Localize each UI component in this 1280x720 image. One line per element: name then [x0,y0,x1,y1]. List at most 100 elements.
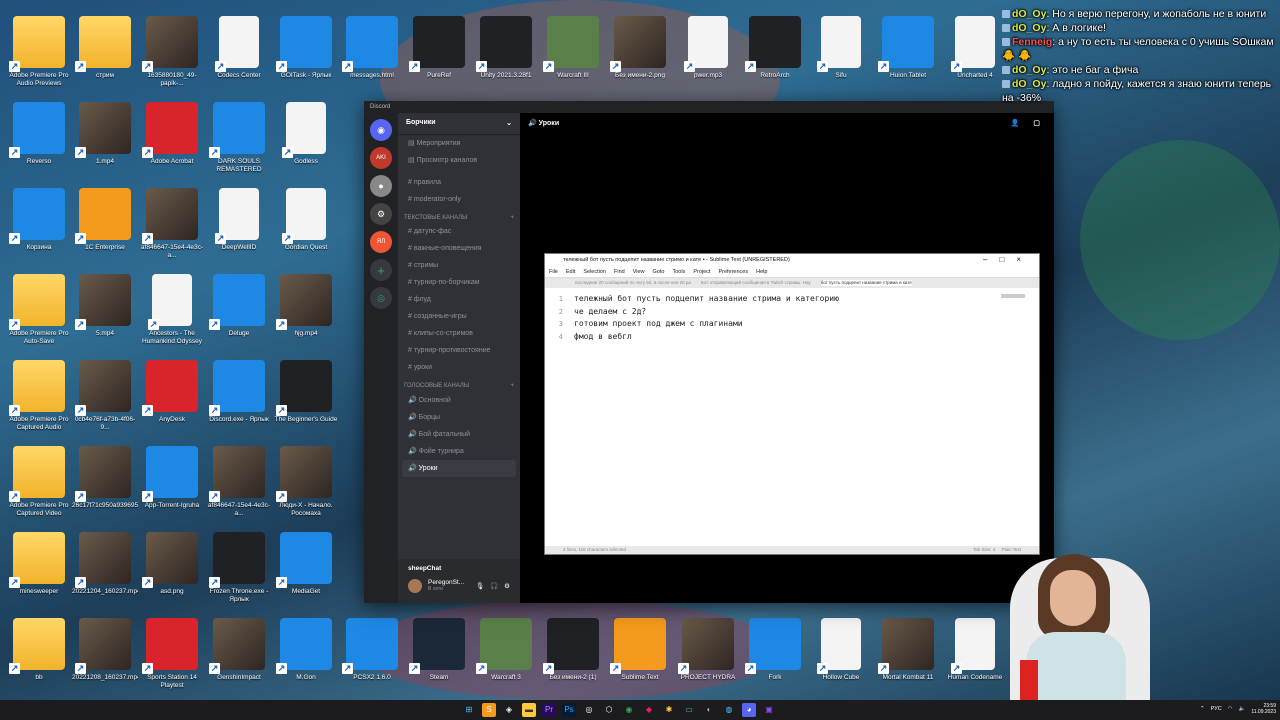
desktop-icon[interactable]: ↗ Warcraft 3 [473,612,539,696]
menu-item[interactable]: File [549,269,558,275]
sublime-icon[interactable]: S [482,703,496,717]
desktop-icon[interactable]: ↗ Reverso [6,96,72,180]
channel-item[interactable]: # турнир-противостояние [398,343,520,360]
desktop-icon[interactable]: ↗ Mortal Kombat 11 [875,612,941,696]
desktop-icon[interactable]: ↗ Adobe Premiere Pro Auto-Save [6,268,72,352]
voice-channel-item[interactable]: 🔊 Основной [398,392,520,409]
desktop-icon[interactable]: ↗ MediaGet [273,526,339,610]
voice-channel-item[interactable]: 🔊 Борцы [398,409,520,426]
desktop-icon[interactable]: ↗ 20221204_160237.mp4 [72,526,138,610]
gear-icon[interactable]: ⚙ [504,582,510,590]
channel-item[interactable]: # правила [398,175,520,192]
ubisoft-icon[interactable]: ◎ [582,703,596,717]
desktop-icon[interactable]: ↗ Gordian Quest [273,182,339,266]
desktop-icon[interactable]: ↗ Godless [273,96,339,180]
app-icon[interactable]: ⬡ [602,703,616,717]
menu-item[interactable]: Selection [583,269,606,275]
desktop-icon[interactable]: ↗ Adobe Premiere Pro Captured Audio [6,354,72,438]
desktop-icon[interactable]: ↗ Adobe Premiere Pro Captured Video [6,440,72,524]
menu-item[interactable]: Find [614,269,625,275]
sidebar-item[interactable]: ▤ Просмотр каналов [398,152,520,169]
chevron-up-icon[interactable]: ⌃ [1200,706,1205,712]
steam-icon[interactable]: ◐ [702,703,716,717]
headphones-icon[interactable]: 🎧 [490,582,498,590]
channel-item[interactable]: # датупс-фас [398,224,520,241]
start-icon[interactable]: ⊞ [462,703,476,717]
desktop-icon[interactable]: ↗ 1C Enterprise [72,182,138,266]
app-icon[interactable]: ✱ [662,703,676,717]
category-voice-channels[interactable]: ГОЛОСОВЫЕ КАНАЛЫ + [398,377,520,392]
menu-item[interactable]: Preferences [718,269,748,275]
twitch-icon[interactable]: ▣ [762,703,776,717]
premiere-icon[interactable]: Pr [542,703,556,717]
app-icon[interactable]: ◆ [642,703,656,717]
category-text-channels[interactable]: ТЕКСТОВЫЕ КАНАЛЫ + [398,209,520,224]
desktop-icon[interactable]: ↗ Deluge [206,268,272,352]
plus-icon[interactable]: + [510,383,514,389]
editor-tab[interactable]: Бот отправляющий сообщения в Twitch стри… [701,280,811,286]
sheep-chat-label[interactable]: sheepChat [398,559,520,577]
channel-item[interactable]: # флуд [398,292,520,309]
desktop-icon[interactable]: ↗ 0cb4e76f-a73b-4f06-9... [72,354,138,438]
desktop-icon[interactable]: ↗ hjg.mp4 [273,268,339,352]
add-server-icon[interactable]: + [370,259,392,281]
desktop-icon[interactable]: ↗ af846647-15e4-4e3c-a... [206,440,272,524]
editor-tab[interactable]: бот пусть подцепит название стрима и кат… [820,280,912,286]
sublime-titlebar[interactable]: тележный бот пусть подцепит название стр… [545,254,1039,267]
menu-item[interactable]: Tools [672,269,685,275]
server-icon[interactable]: AKI [370,147,392,169]
desktop-icon[interactable]: ↗ 1.mp4 [72,96,138,180]
channel-item[interactable]: # созданные-игры [398,309,520,326]
header-icons[interactable]: 👤 ▢ [1011,119,1046,127]
desktop-icon[interactable]: ↗ Codecs Center [206,10,272,94]
channel-item[interactable]: # стримы [398,258,520,275]
desktop-icon[interactable]: ↗ Fork [742,612,808,696]
desktop-icon[interactable]: ↗ App-Torrent-Igruha [139,440,205,524]
desktop-icon[interactable]: ↗ 5.mp4 [72,268,138,352]
mic-icon[interactable]: 🎙 [476,582,484,590]
voice-channel-item[interactable]: 🔊 Фойе турнира [398,443,520,460]
desktop-icon[interactable]: ↗ Adobe Acrobat [139,96,205,180]
desktop-icon[interactable]: ↗ asd.png [139,526,205,610]
desktop-icon[interactable]: ↗ 1635880180_49-papik-... [139,10,205,94]
server-icon[interactable]: ⚙ [370,203,392,225]
volume-icon[interactable]: 🔈 [1238,706,1245,712]
desktop-icon[interactable]: ↗ PROJECT HYDRA [675,612,741,696]
photoshop-icon[interactable]: Ps [562,703,576,717]
explore-icon[interactable]: ◎ [370,287,392,309]
desktop-icon[interactable]: ↗ af846647-15e4-4e3c-a... [139,182,205,266]
desktop-icon[interactable]: ↗ Frozen Throne.exe - Ярлык [206,526,272,610]
menu-item[interactable]: Goto [653,269,665,275]
menu-item[interactable]: Help [756,269,767,275]
desktop-icon[interactable]: ↗ 20221208_160237.mp4 [72,612,138,696]
channel-item[interactable]: # уроки [398,360,520,377]
desktop-icon[interactable]: ↗ Корзина [6,182,72,266]
sublime-text-window[interactable]: тележный бот пусть подцепит название стр… [544,253,1040,555]
channel-item[interactable]: # турнир-по-борчикам [398,275,520,292]
desktop-icon[interactable]: ↗ Steam [406,612,472,696]
desktop-icon[interactable]: ↗ minesweeper [6,526,72,610]
discord-home-icon[interactable]: ◉ [370,119,392,141]
desktop-icon[interactable]: ↗ PureRef [406,10,472,94]
desktop-icon[interactable]: ↗26c17f71c950a9396958... [72,440,138,524]
desktop-icon[interactable]: ↗ Sublime Text [607,612,673,696]
menu-item[interactable]: Edit [566,269,575,275]
channel-item[interactable]: # moderator-only [398,192,520,209]
desktop-icon[interactable]: ↗ GOITask - Ярлык [273,10,339,94]
avatar[interactable] [408,579,422,593]
desktop-icon[interactable]: ↗ Uncharted 4 [942,10,1008,94]
chrome-icon[interactable]: ◉ [622,703,636,717]
sidebar-item[interactable]: ▤ Мероприятия [398,135,520,152]
desktop-icon[interactable]: ↗ RetroArch [742,10,808,94]
desktop-icon[interactable]: ↗ Sports Station 14 Playtest [139,612,205,696]
server-icon[interactable]: ЯЛ [370,231,392,253]
desktop-icon[interactable]: ↗ messages.html [339,10,405,94]
voice-channel-item[interactable]: 🔊 Бой фатальный [398,426,520,443]
desktop-icon[interactable]: ↗ Ancestors - The Humankind Odyssey [139,268,205,352]
desktop-icon[interactable]: ↗ Без имени-2.png [607,10,673,94]
edge-icon[interactable]: ◍ [722,703,736,717]
voice-channel-item[interactable]: 🔊 Уроки [402,460,516,477]
menu-item[interactable]: View [633,269,645,275]
server-header[interactable]: Борчики ⌄ [398,113,520,135]
app-icon[interactable]: ▭ [682,703,696,717]
